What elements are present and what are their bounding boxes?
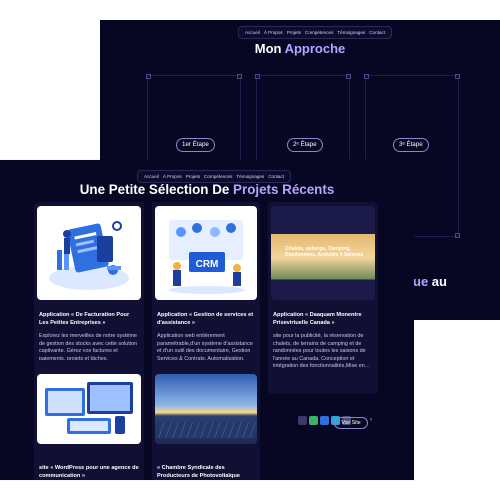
- adobe-icon: [309, 416, 318, 425]
- project-card[interactable]: CRM Application « Gestion de services et…: [152, 202, 260, 362]
- corner-mark: [455, 74, 460, 79]
- project-thumbnail: Chalets, auberge, Camping, Randonnées, A…: [271, 206, 375, 300]
- solar-panels: [155, 422, 257, 438]
- nav-item-testimonials[interactable]: Témoignages: [337, 30, 365, 35]
- nav-item-skills[interactable]: Compétences: [305, 30, 333, 35]
- section-title: Mon Approche: [100, 41, 500, 56]
- section-title-accent: Approche: [284, 41, 346, 56]
- title-fragment-text: au: [428, 274, 447, 289]
- next-section-title-fragment: ue au: [413, 274, 447, 289]
- project-card[interactable]: Application « De Facturation Pour Les Pe…: [34, 202, 144, 362]
- project-title: Application « Daaquam Monentre Prisevirt…: [273, 312, 362, 326]
- view-site-button[interactable]: Voir Site: [334, 417, 368, 429]
- projects-section-screenshot: Accueil À Propos Projets Compétences Tém…: [0, 160, 414, 480]
- wordpress-icon: [298, 416, 307, 425]
- top-nav: Accueil À Propos Projets Compétences Tém…: [238, 26, 393, 39]
- project-card[interactable]: « Chambre Syndicale des Producteurs de P…: [152, 360, 260, 480]
- photoshop-icon: [320, 416, 329, 425]
- project-card[interactable]: site « WordPress pour une agence de comm…: [34, 360, 144, 480]
- nav-item-contact[interactable]: Contact: [268, 174, 284, 179]
- corner-mark: [364, 74, 369, 79]
- section-title-prefix: Mon: [254, 41, 282, 56]
- nav-item-projects[interactable]: Projets: [287, 30, 301, 35]
- nav-item-skills[interactable]: Compétences: [204, 174, 232, 179]
- nav-item-home[interactable]: Accueil: [144, 174, 159, 179]
- crm-label: CRM: [196, 259, 219, 270]
- project-description: Explorez les merveilles de notre système…: [39, 333, 137, 362]
- thumbnail-caption: Chalets, auberge, Camping, Randonnées, A…: [285, 246, 364, 258]
- nav-item-testimonials[interactable]: Témoignages: [236, 174, 264, 179]
- invoice-illustration: [49, 221, 129, 290]
- project-thumbnail: CRM: [155, 206, 257, 300]
- nav-item-contact[interactable]: Contact: [369, 30, 385, 35]
- title-fragment-accent: ue: [413, 274, 429, 289]
- crm-illustration: CRM: [169, 220, 245, 294]
- nav-item-home[interactable]: Accueil: [245, 30, 260, 35]
- corner-mark: [146, 74, 151, 79]
- project-title: Application « De Facturation Pour Les Pe…: [39, 312, 130, 326]
- project-thumbnail: [37, 374, 141, 444]
- project-title: Application « Gestion de services et d'a…: [157, 312, 254, 326]
- project-description: site pour la publicité, la réservation d…: [273, 333, 371, 370]
- step-pill-3[interactable]: 3ᵉ Étape: [393, 138, 429, 152]
- project-title: site « WordPress pour une agence de comm…: [39, 465, 139, 479]
- nav-item-about[interactable]: À Propos: [264, 30, 283, 35]
- project-description: Application web entièrement paramétrable…: [157, 333, 253, 362]
- section-title-prefix: Une Petite Sélection De: [79, 182, 230, 197]
- step-pill-2[interactable]: 2ᵉ Étape: [287, 138, 323, 152]
- nav-item-about[interactable]: À Propos: [163, 174, 182, 179]
- section-title-accent: Projets Récents: [233, 182, 335, 197]
- project-thumbnail: [37, 206, 141, 300]
- project-thumbnail: [155, 374, 257, 444]
- corner-mark: [237, 74, 242, 79]
- step-pill-1[interactable]: 1er Étape: [176, 138, 215, 152]
- corner-mark: [255, 74, 260, 79]
- project-card[interactable]: Chalets, auberge, Camping, Randonnées, A…: [268, 202, 378, 429]
- corner-mark: [455, 233, 460, 238]
- section-title: Une Petite Sélection De Projets Récents: [0, 182, 414, 197]
- corner-mark: [346, 74, 351, 79]
- arrow-icon[interactable]: ›: [370, 417, 372, 423]
- nav-item-projects[interactable]: Projets: [186, 174, 200, 179]
- devices-illustration: [45, 382, 133, 434]
- project-title: « Chambre Syndicale des Producteurs de P…: [157, 465, 240, 479]
